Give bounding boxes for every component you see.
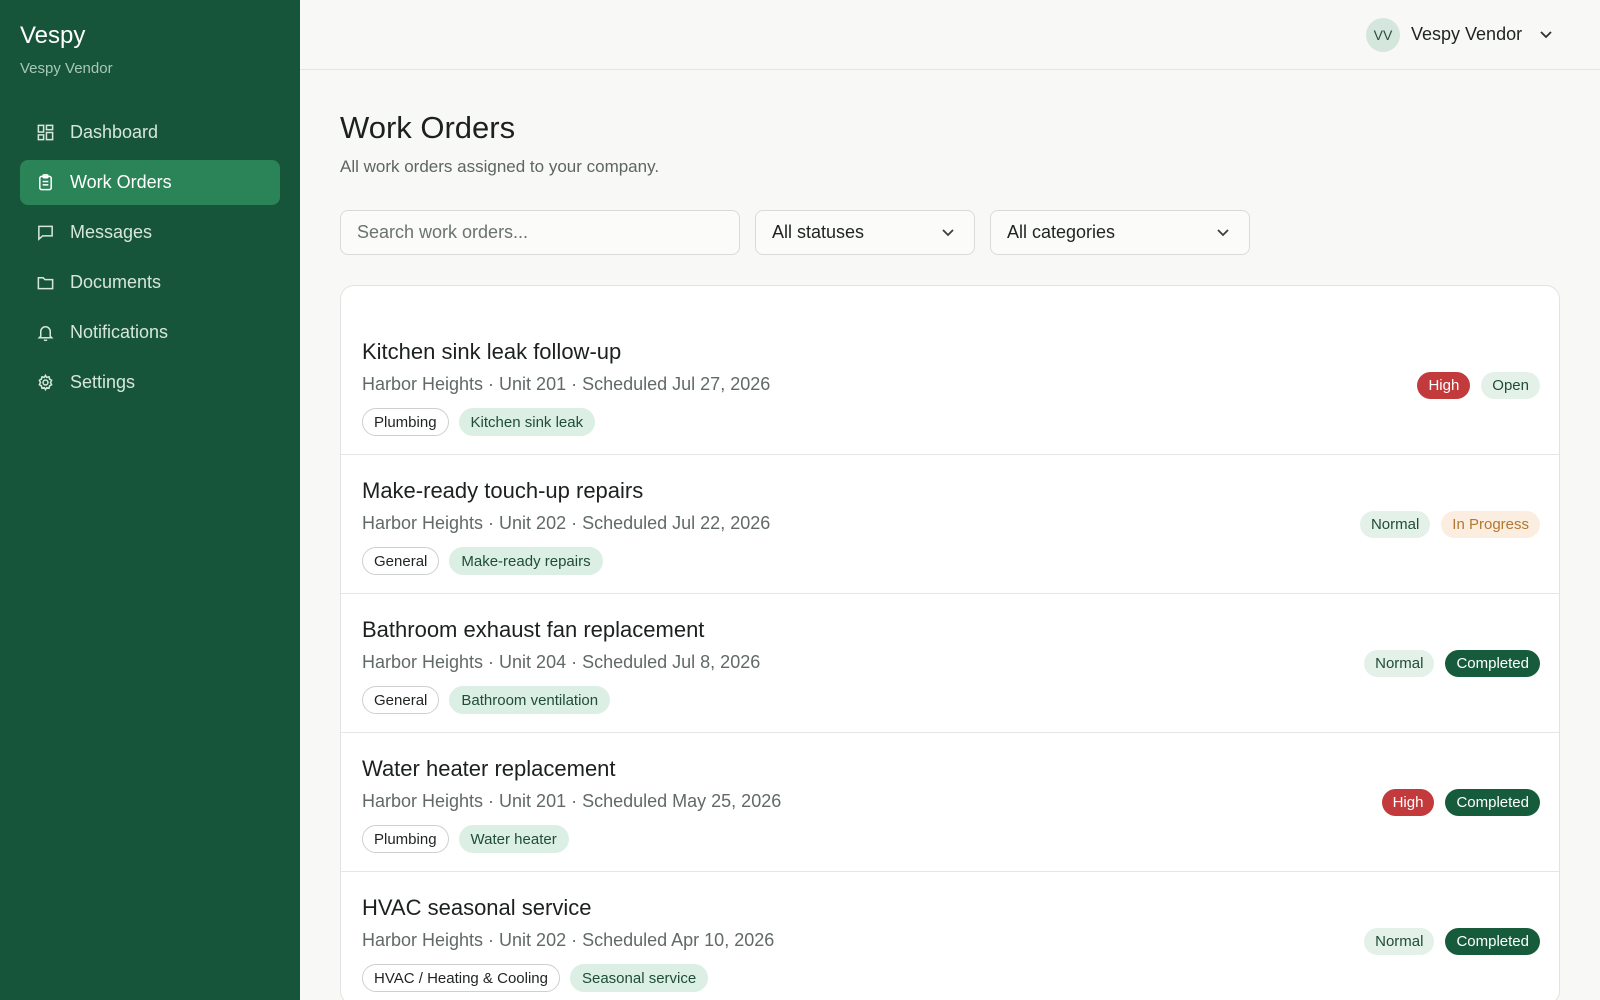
work-order-tags: HVAC / Heating & Cooling Seasonal servic… [362,964,709,992]
sidebar-item-label: Documents [70,272,162,292]
category-tag: General [362,547,440,575]
sidebar-item-label: Dashboard [70,122,159,142]
priority-badge: Normal [1359,511,1431,538]
priority-badge: Normal [1364,650,1435,677]
clipboard-icon [35,173,55,193]
category-filter-select[interactable]: All categories [990,210,1250,255]
work-order-tags: General Make-ready repairs [362,547,603,575]
work-order-title: Make-ready touch-up repairs [362,478,644,503]
work-order-meta: Harbor Heights · Unit 204 · Scheduled Ju… [362,652,761,672]
status-badge: Completed [1445,789,1540,816]
status-badge: Completed [1445,650,1540,677]
work-order-meta: Harbor Heights · Unit 202 · Scheduled Ap… [362,930,775,950]
chevron-down-icon [940,224,958,242]
sidebar-item-notifications[interactable]: Notifications [20,310,280,355]
work-order-tags: Plumbing Kitchen sink leak [362,408,596,436]
work-order-badges: High Completed [1381,789,1540,816]
sidebar-item-label: Messages [70,222,153,242]
work-order-row[interactable]: Kitchen sink leak follow-up Harbor Heigh… [341,286,1559,455]
work-order-title: Kitchen sink leak follow-up [362,339,622,364]
search-input[interactable] [340,210,740,255]
sidebar-item-label: Notifications [70,322,169,342]
page-subtitle: All work orders assigned to your company… [340,157,660,176]
chevron-down-icon[interactable] [1538,26,1556,44]
status-badge: Open [1481,372,1540,399]
sidebar-item-settings[interactable]: Settings [20,360,280,405]
avatar[interactable]: VV [1366,18,1400,52]
user-name[interactable]: Vespy Vendor [1411,24,1522,45]
work-order-row[interactable]: Water heater replacement Harbor Heights … [341,733,1559,872]
category-tag: HVAC / Heating & Cooling [362,964,560,992]
work-order-meta: Harbor Heights · Unit 202 · Scheduled Ju… [362,513,771,533]
subcategory-tag: Kitchen sink leak [458,408,596,436]
bell-icon [35,323,55,343]
subcategory-tag: Seasonal service [569,964,709,992]
page-title: Work Orders [340,110,516,145]
app-name: Vespy [20,22,86,49]
sidebar-item-work-orders[interactable]: Work Orders [20,160,280,205]
sidebar-nav: Dashboard Work Orders Messages Documents… [20,110,280,410]
work-order-badges: Normal Completed [1364,928,1540,955]
gear-icon [35,373,55,393]
category-filter-value: All categories [1007,222,1116,242]
work-order-title: Bathroom exhaust fan replacement [362,617,705,642]
priority-badge: Normal [1364,928,1435,955]
work-order-tags: General Bathroom ventilation [362,686,611,714]
folder-icon [35,273,55,293]
dashboard-icon [35,123,55,143]
sidebar: Vespy Vespy Vendor Dashboard Work Orders… [0,0,300,1000]
work-order-badges: Normal In Progress [1359,511,1540,538]
work-order-meta: Harbor Heights · Unit 201 · Scheduled Ma… [362,791,782,811]
work-order-meta: Harbor Heights · Unit 201 · Scheduled Ju… [362,374,771,394]
sidebar-item-label: Settings [70,372,136,392]
chevron-down-icon [1215,224,1233,242]
subcategory-tag: Bathroom ventilation [449,686,611,714]
work-order-row[interactable]: HVAC seasonal service Harbor Heights · U… [341,872,1559,1000]
status-filter-select[interactable]: All statuses [755,210,975,255]
work-order-row[interactable]: Make-ready touch-up repairs Harbor Heigh… [341,455,1559,594]
category-tag: Plumbing [362,825,449,853]
work-order-badges: Normal Completed [1364,650,1540,677]
work-order-title: HVAC seasonal service [362,895,592,920]
priority-badge: High [1381,789,1435,816]
work-order-tags: Plumbing Water heater [362,825,569,853]
sidebar-item-documents[interactable]: Documents [20,260,280,305]
status-badge: In Progress [1441,511,1540,538]
priority-badge: High [1417,372,1471,399]
sidebar-item-messages[interactable]: Messages [20,210,280,255]
work-order-badges: High Open [1417,372,1540,399]
work-order-row[interactable]: Bathroom exhaust fan replacement Harbor … [341,594,1559,733]
work-order-title: Water heater replacement [362,756,616,781]
account-name: Vespy Vendor [20,60,113,77]
status-badge: Completed [1445,928,1540,955]
status-filter-value: All statuses [772,222,865,242]
category-tag: Plumbing [362,408,449,436]
subcategory-tag: Water heater [458,825,569,853]
top-bar [300,0,1600,70]
sidebar-item-dashboard[interactable]: Dashboard [20,110,280,155]
sidebar-item-label: Work Orders [70,172,172,192]
subcategory-tag: Make-ready repairs [449,547,603,575]
work-order-list: Kitchen sink leak follow-up Harbor Heigh… [340,285,1560,1000]
message-icon [35,223,55,243]
category-tag: General [362,686,440,714]
